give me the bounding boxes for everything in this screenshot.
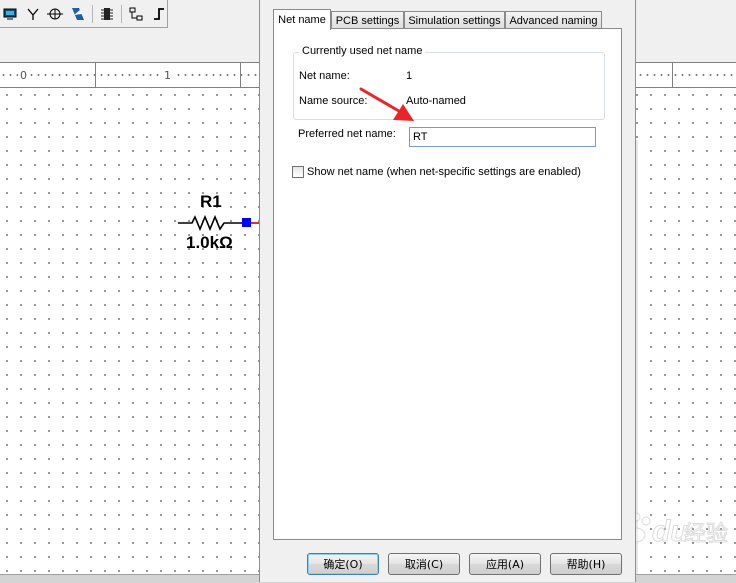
ruler-mark-0: 0 (18, 69, 29, 82)
name-source-label: Name source: (299, 95, 368, 107)
monitor-icon[interactable] (2, 5, 18, 23)
net-name-label: Net name: (299, 70, 350, 82)
preferred-net-name-label: Preferred net name: (298, 128, 396, 140)
chip-icon[interactable] (99, 5, 115, 23)
resistor-symbol[interactable] (178, 214, 262, 234)
current-net-name-group: Currently used net name Net name: 1 Name… (293, 45, 605, 120)
net-name-value: 1 (406, 70, 413, 82)
pin-marker[interactable] (242, 218, 251, 227)
help-button[interactable]: 帮助(H) (550, 553, 622, 575)
tab-panel: Currently used net name Net name: 1 Name… (273, 28, 622, 540)
name-source-value: Auto-named (406, 95, 466, 107)
tab-simulation-settings[interactable]: Simulation settings (404, 11, 505, 29)
cancel-button[interactable]: 取消(C) (388, 553, 460, 575)
tab-net-name[interactable]: Net name (273, 9, 331, 30)
resistor-value[interactable]: 1.0kΩ (186, 233, 233, 253)
apply-button[interactable]: 应用(A) (469, 553, 541, 575)
resistor-reference[interactable]: R1 (200, 192, 222, 212)
ruler-tick (95, 63, 96, 87)
group-title: Currently used net name (299, 45, 426, 57)
ni-logo-icon[interactable] (69, 5, 85, 23)
ok-button[interactable]: 确定(O) (307, 553, 379, 575)
ruler-tick (240, 63, 241, 87)
tab-advanced-naming[interactable]: Advanced naming (505, 11, 602, 29)
ruler-mark-1: 1 (162, 69, 173, 82)
tab-pcb-settings[interactable]: PCB settings (331, 11, 404, 29)
probe-icon[interactable] (47, 5, 64, 23)
toolbar-separator (91, 4, 93, 23)
net-properties-dialog: Net name PCB settings Simulation setting… (259, 0, 636, 582)
toolbar (0, 0, 168, 28)
hierarchy-icon[interactable] (128, 5, 144, 23)
svg-text:经验: 经验 (684, 522, 728, 547)
antenna-icon[interactable] (24, 5, 40, 23)
show-net-name-checkbox[interactable] (292, 166, 304, 178)
step-signal-icon[interactable] (151, 5, 167, 23)
ruler-tick (672, 63, 673, 87)
preferred-net-name-input[interactable] (409, 127, 596, 147)
toolbar-separator (121, 4, 123, 23)
show-net-name-label[interactable]: Show net name (when net-specific setting… (307, 166, 581, 178)
